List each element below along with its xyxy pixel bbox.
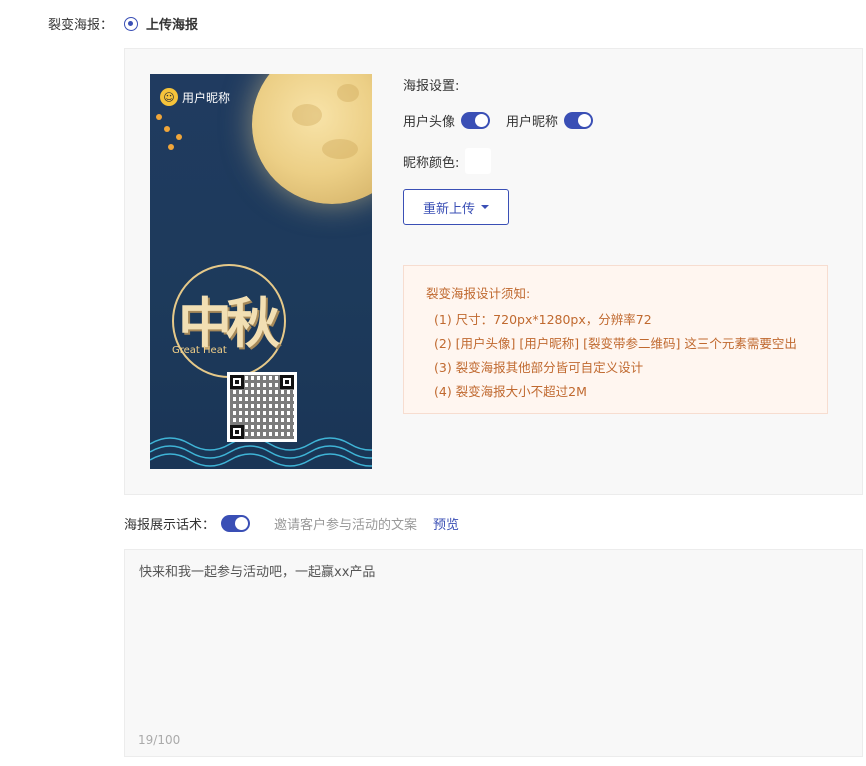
display-copy-description: 邀请客户参与活动的文案: [274, 518, 418, 533]
poster-preview-image: ☺ 用户昵称 中秋 Great Heat: [150, 74, 372, 469]
poster-nickname: 用户昵称: [182, 90, 231, 105]
preview-link[interactable]: 预览: [433, 514, 459, 533]
chevron-down-icon: [481, 205, 489, 209]
notice-item: (2) [用户头像] [用户昵称] [裂变带参二维码] 这三个元素需要空出: [434, 336, 797, 351]
poster-english-text: Great Heat: [172, 345, 227, 356]
display-copy-row: 海报展示话术： 邀请客户参与活动的文案 预览: [124, 514, 459, 533]
display-copy-label: 海报展示话术：: [124, 518, 216, 533]
reupload-label: 重新上传: [422, 201, 475, 217]
user-avatar-icon: ☺: [160, 88, 178, 106]
qr-code: [227, 372, 297, 442]
radio-selected-icon[interactable]: [124, 16, 138, 31]
upload-poster-radio[interactable]: 上传海报: [124, 14, 198, 33]
upload-poster-label: 上传海报: [146, 18, 199, 33]
nickname-color-label: 昵称颜色:: [403, 155, 460, 171]
nickname-toggle[interactable]: [564, 112, 594, 129]
display-copy-toggle[interactable]: [221, 515, 251, 532]
toggle-row: 用户头像 用户昵称: [403, 111, 594, 130]
notice-title: 裂变海报设计须知:: [426, 286, 531, 301]
fission-poster-label: 裂变海报：: [48, 18, 114, 33]
notice-item: (3) 裂变海报其他部分皆可自定义设计: [434, 360, 644, 375]
nickname-color-picker[interactable]: [465, 148, 492, 174]
avatar-toggle[interactable]: [461, 112, 491, 129]
avatar-toggle-label: 用户头像: [403, 115, 456, 130]
display-copy-textarea[interactable]: 快来和我一起参与活动吧，一起赢xx产品: [124, 549, 863, 757]
poster-settings-title: 海报设置:: [403, 79, 460, 94]
notice-item: (1) 尺寸：720px*1280px，分辨率72: [434, 312, 652, 327]
char-counter: 19/100: [138, 733, 181, 747]
notice-item: (4) 裂变海报大小不超过2M: [434, 384, 587, 399]
poster-avatar-row: ☺ 用户昵称: [160, 88, 230, 106]
design-notice-box: 裂变海报设计须知: (1) 尺寸：720px*1280px，分辨率72 (2) …: [403, 265, 828, 414]
nickname-toggle-label: 用户昵称: [506, 115, 559, 130]
reupload-button[interactable]: 重新上传: [403, 189, 509, 225]
nickname-color-row: 昵称颜色:: [403, 148, 492, 174]
moon-graphic: [252, 74, 372, 204]
